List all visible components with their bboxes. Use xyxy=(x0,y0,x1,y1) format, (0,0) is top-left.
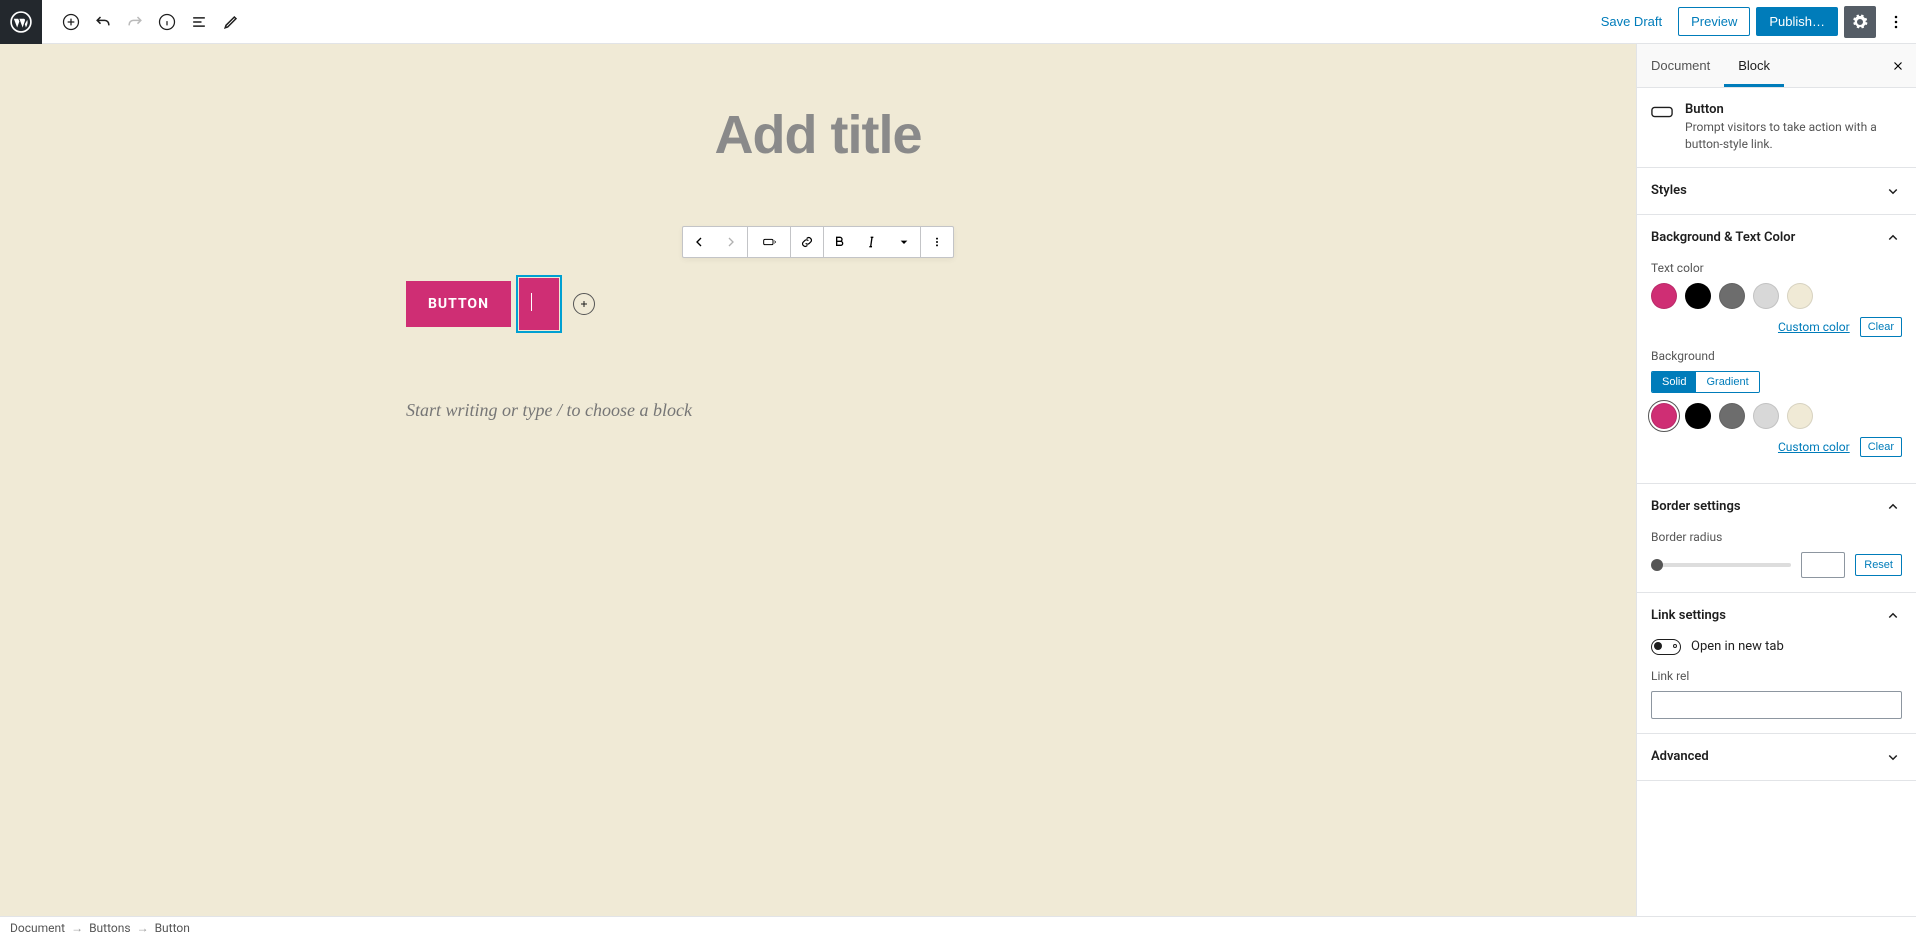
chevron-up-icon xyxy=(1884,229,1902,247)
open-new-tab-label: Open in new tab xyxy=(1691,639,1784,654)
edit-mode-button[interactable] xyxy=(216,7,246,37)
border-radius-input[interactable] xyxy=(1801,552,1845,578)
tab-block[interactable]: Block xyxy=(1724,44,1784,87)
editor-canvas[interactable]: Add title xyxy=(0,44,1636,916)
background-type-toggle: Solid Gradient xyxy=(1651,371,1760,393)
block-info-header: Button Prompt visitors to take action wi… xyxy=(1637,88,1916,168)
custom-text-color-link[interactable]: Custom color xyxy=(1778,320,1850,334)
bold-button[interactable] xyxy=(824,227,856,257)
bg-swatch-gray[interactable] xyxy=(1719,403,1745,429)
panel-colors-label: Background & Text Color xyxy=(1651,230,1795,245)
panel-link-label: Link settings xyxy=(1651,608,1726,623)
chevron-up-icon xyxy=(1884,607,1902,625)
crumb-buttons[interactable]: Buttons xyxy=(89,921,131,935)
info-button[interactable] xyxy=(152,7,182,37)
border-radius-label: Border radius xyxy=(1651,530,1902,544)
link-rel-input[interactable] xyxy=(1651,691,1902,719)
block-name: Button xyxy=(1685,102,1902,117)
undo-button[interactable] xyxy=(88,7,118,37)
crumb-separator: → xyxy=(71,921,83,935)
clear-bg-color-button[interactable]: Clear xyxy=(1860,437,1902,457)
swatch-lightgray[interactable] xyxy=(1753,283,1779,309)
text-cursor xyxy=(531,293,532,311)
bg-solid-button[interactable]: Solid xyxy=(1652,372,1696,392)
nav-next-button[interactable] xyxy=(715,227,747,257)
link-button[interactable] xyxy=(791,227,823,257)
panel-colors-toggle[interactable]: Background & Text Color xyxy=(1637,215,1916,261)
background-swatches xyxy=(1651,403,1902,429)
panel-border-label: Border settings xyxy=(1651,499,1741,514)
block-type-button[interactable] xyxy=(748,227,790,257)
swatch-pink[interactable] xyxy=(1651,283,1677,309)
panel-advanced-label: Advanced xyxy=(1651,749,1709,764)
bg-swatch-lightgray[interactable] xyxy=(1753,403,1779,429)
bg-gradient-button[interactable]: Gradient xyxy=(1696,372,1758,392)
italic-button[interactable] xyxy=(856,227,888,257)
paragraph-placeholder[interactable]: Start writing or type / to choose a bloc… xyxy=(398,400,1238,421)
custom-bg-color-link[interactable]: Custom color xyxy=(1778,440,1850,454)
settings-button[interactable] xyxy=(1844,6,1876,38)
block-toolbar xyxy=(682,226,954,258)
redo-button[interactable] xyxy=(120,7,150,37)
bg-swatch-black[interactable] xyxy=(1685,403,1711,429)
panel-link-toggle[interactable]: Link settings xyxy=(1637,593,1916,639)
swatch-black[interactable] xyxy=(1685,283,1711,309)
add-button-inline[interactable] xyxy=(573,293,595,315)
top-toolbar: Save Draft Preview Publish… xyxy=(0,0,1916,44)
more-menu-button[interactable] xyxy=(1882,6,1910,38)
chevron-down-icon xyxy=(1884,182,1902,200)
crumb-button[interactable]: Button xyxy=(155,921,190,935)
background-label: Background xyxy=(1651,349,1902,363)
tab-document[interactable]: Document xyxy=(1637,44,1724,87)
buttons-block: BUTTON xyxy=(398,278,1238,330)
nav-prev-button[interactable] xyxy=(683,227,715,257)
block-options-button[interactable] xyxy=(921,227,953,257)
open-new-tab-toggle[interactable] xyxy=(1651,639,1681,655)
crumb-separator: → xyxy=(137,921,149,935)
close-sidebar-button[interactable] xyxy=(1886,54,1910,78)
chevron-up-icon xyxy=(1884,498,1902,516)
panel-styles-label: Styles xyxy=(1651,183,1687,198)
crumb-document[interactable]: Document xyxy=(10,921,65,935)
link-rel-label: Link rel xyxy=(1651,669,1902,683)
settings-sidebar: Document Block Button Prompt visitors to… xyxy=(1636,44,1916,916)
preview-button[interactable]: Preview xyxy=(1678,7,1750,36)
border-radius-slider[interactable] xyxy=(1651,563,1791,567)
swatch-gray[interactable] xyxy=(1719,283,1745,309)
bg-swatch-pink[interactable] xyxy=(1651,403,1677,429)
button-block-icon xyxy=(1651,104,1673,120)
swatch-cream[interactable] xyxy=(1787,283,1813,309)
panel-advanced-toggle[interactable]: Advanced xyxy=(1637,734,1916,780)
text-color-label: Text color xyxy=(1651,261,1902,275)
breadcrumb-bar: Document → Buttons → Button xyxy=(0,916,1916,938)
add-block-button[interactable] xyxy=(56,7,86,37)
post-title-input[interactable]: Add title xyxy=(398,104,1238,166)
text-color-swatches xyxy=(1651,283,1902,309)
publish-button[interactable]: Publish… xyxy=(1756,7,1838,36)
wordpress-logo[interactable] xyxy=(0,0,42,44)
border-radius-reset-button[interactable]: Reset xyxy=(1855,554,1902,576)
bg-swatch-cream[interactable] xyxy=(1787,403,1813,429)
save-draft-button[interactable]: Save Draft xyxy=(1591,8,1672,35)
button-block-2-editing[interactable] xyxy=(519,278,559,330)
outline-button[interactable] xyxy=(184,7,214,37)
block-description: Prompt visitors to take action with a bu… xyxy=(1685,119,1902,153)
button-block-1[interactable]: BUTTON xyxy=(406,281,511,327)
panel-styles-toggle[interactable]: Styles xyxy=(1637,168,1916,214)
clear-text-color-button[interactable]: Clear xyxy=(1860,317,1902,337)
panel-border-toggle[interactable]: Border settings xyxy=(1637,484,1916,530)
chevron-down-icon xyxy=(1884,748,1902,766)
more-formatting-button[interactable] xyxy=(888,227,920,257)
